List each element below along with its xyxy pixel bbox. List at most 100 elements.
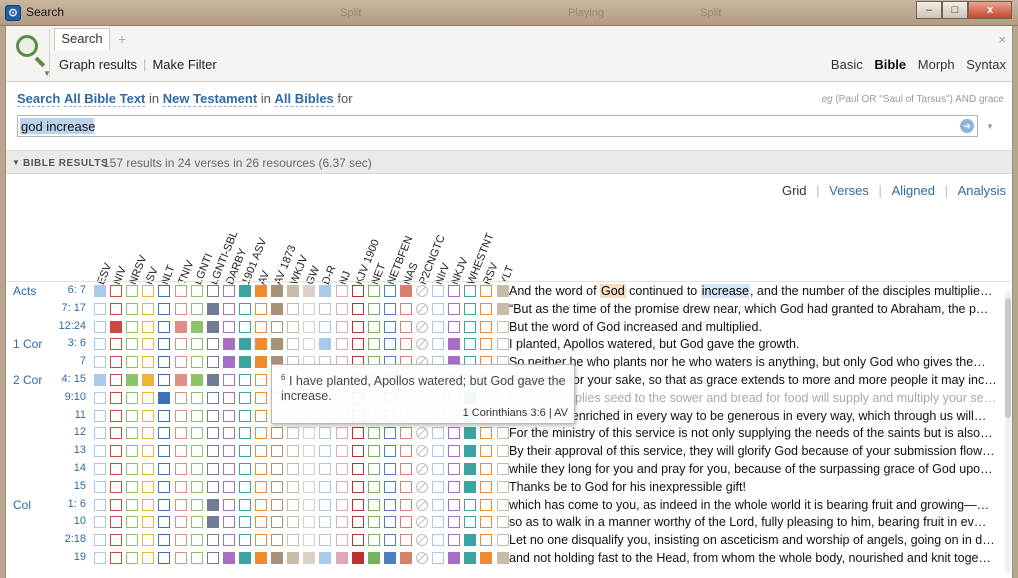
result-cell[interactable] (432, 302, 445, 315)
view-aligned[interactable]: Aligned (892, 183, 935, 198)
result-cell[interactable] (190, 552, 203, 564)
result-cell[interactable] (303, 534, 316, 547)
table-row[interactable]: 15 Thanks be to God for his inexpressible… (6, 478, 1006, 496)
search-kind-basic[interactable]: Basic (831, 57, 863, 72)
result-cell[interactable] (480, 285, 493, 297)
result-cell[interactable] (222, 463, 235, 475)
result-cell[interactable] (174, 356, 187, 369)
result-cell[interactable] (238, 320, 251, 333)
verse-reference[interactable]: 7 (46, 355, 86, 367)
results-scrollbar[interactable] (1005, 290, 1011, 574)
range-dropdown[interactable]: New Testament (162, 91, 258, 107)
result-cell[interactable] (319, 480, 332, 493)
result-cell[interactable] (496, 320, 509, 333)
result-cell[interactable] (319, 338, 332, 351)
result-cell[interactable] (255, 391, 267, 404)
result-cell[interactable] (190, 374, 203, 386)
result-cell[interactable] (319, 427, 332, 440)
result-cell[interactable] (448, 320, 461, 333)
result-cell[interactable] (126, 463, 139, 475)
result-cell[interactable] (190, 338, 203, 351)
result-cell[interactable] (255, 320, 267, 333)
result-cell[interactable] (255, 552, 267, 564)
result-cell[interactable] (190, 409, 203, 422)
result-cell[interactable] (287, 534, 300, 547)
result-cell[interactable] (367, 463, 380, 475)
result-cell[interactable] (399, 534, 412, 547)
result-cell[interactable] (222, 498, 235, 511)
no-result-icon[interactable] (416, 285, 428, 297)
result-cell[interactable] (399, 516, 412, 529)
result-cell[interactable] (448, 480, 461, 493)
result-cell[interactable] (190, 463, 203, 475)
result-cell[interactable] (271, 480, 284, 493)
result-cell[interactable] (351, 516, 364, 529)
result-cell[interactable] (335, 552, 348, 564)
result-cell[interactable] (222, 480, 235, 493)
result-cell[interactable] (480, 338, 493, 351)
result-cell[interactable] (126, 498, 139, 511)
result-cell[interactable] (206, 374, 219, 386)
result-cell[interactable] (464, 445, 477, 458)
result-cell[interactable] (432, 480, 445, 493)
book-label[interactable]: Col (13, 498, 31, 512)
verse-reference[interactable]: 3: 6 (46, 337, 86, 349)
result-cell[interactable] (190, 391, 203, 404)
verse-reference[interactable]: 11 (46, 409, 86, 421)
result-cell[interactable] (335, 463, 348, 475)
result-cell[interactable] (319, 285, 332, 297)
result-cell[interactable] (335, 534, 348, 547)
result-cell[interactable] (222, 320, 235, 333)
result-cell[interactable] (94, 320, 106, 333)
result-cell[interactable] (255, 338, 267, 351)
result-cell[interactable] (174, 463, 187, 475)
verse-text[interactable]: And the word of God continued to increas… (509, 284, 999, 298)
result-cell[interactable] (367, 480, 380, 493)
result-cell[interactable] (110, 463, 123, 475)
result-cell[interactable] (399, 285, 412, 297)
result-cell[interactable] (206, 498, 219, 511)
result-cell[interactable] (464, 534, 477, 547)
result-cell[interactable] (448, 285, 461, 297)
result-cell[interactable] (496, 534, 509, 547)
verse-reference[interactable]: 15 (46, 480, 86, 492)
result-cell[interactable] (464, 463, 477, 475)
result-cell[interactable] (158, 374, 171, 386)
result-cell[interactable] (158, 409, 171, 422)
result-cell[interactable] (271, 463, 284, 475)
result-cell[interactable] (238, 534, 251, 547)
verse-text[interactable]: and not holding fast to the Head, from w… (509, 551, 999, 565)
result-cell[interactable] (206, 391, 219, 404)
result-cell[interactable] (399, 498, 412, 511)
result-cell[interactable] (255, 285, 267, 297)
result-cell[interactable] (94, 463, 106, 475)
book-label[interactable]: Acts (13, 284, 36, 298)
result-cell[interactable] (287, 516, 300, 529)
result-cell[interactable] (496, 427, 509, 440)
result-cell[interactable] (222, 285, 235, 297)
result-cell[interactable] (126, 480, 139, 493)
result-cell[interactable] (238, 463, 251, 475)
result-cell[interactable] (319, 445, 332, 458)
result-cell[interactable] (448, 427, 461, 440)
result-cell[interactable] (432, 534, 445, 547)
result-cell[interactable] (110, 427, 123, 440)
result-cell[interactable] (142, 409, 155, 422)
search-kind-bible[interactable]: Bible (874, 57, 906, 72)
result-cell[interactable] (126, 320, 139, 333)
table-row[interactable]: 12:24 But the word of God increased and m… (6, 318, 1006, 336)
result-cell[interactable] (480, 552, 493, 564)
result-cell[interactable] (126, 338, 139, 351)
result-cell[interactable] (110, 552, 123, 564)
result-cell[interactable] (238, 302, 251, 315)
no-result-icon[interactable] (416, 480, 428, 493)
result-cell[interactable] (222, 338, 235, 351)
result-cell[interactable] (335, 445, 348, 458)
result-cell[interactable] (287, 445, 300, 458)
result-cell[interactable] (206, 302, 219, 315)
result-cell[interactable] (126, 427, 139, 440)
table-row[interactable]: 1 Cor 3: 6 I planted, Apollos watered, but… (6, 335, 1006, 353)
verse-text[interactable]: so as to walk in a manner worthy of the … (509, 515, 999, 529)
result-cell[interactable] (110, 374, 123, 386)
verse-reference[interactable]: 10 (46, 515, 86, 527)
